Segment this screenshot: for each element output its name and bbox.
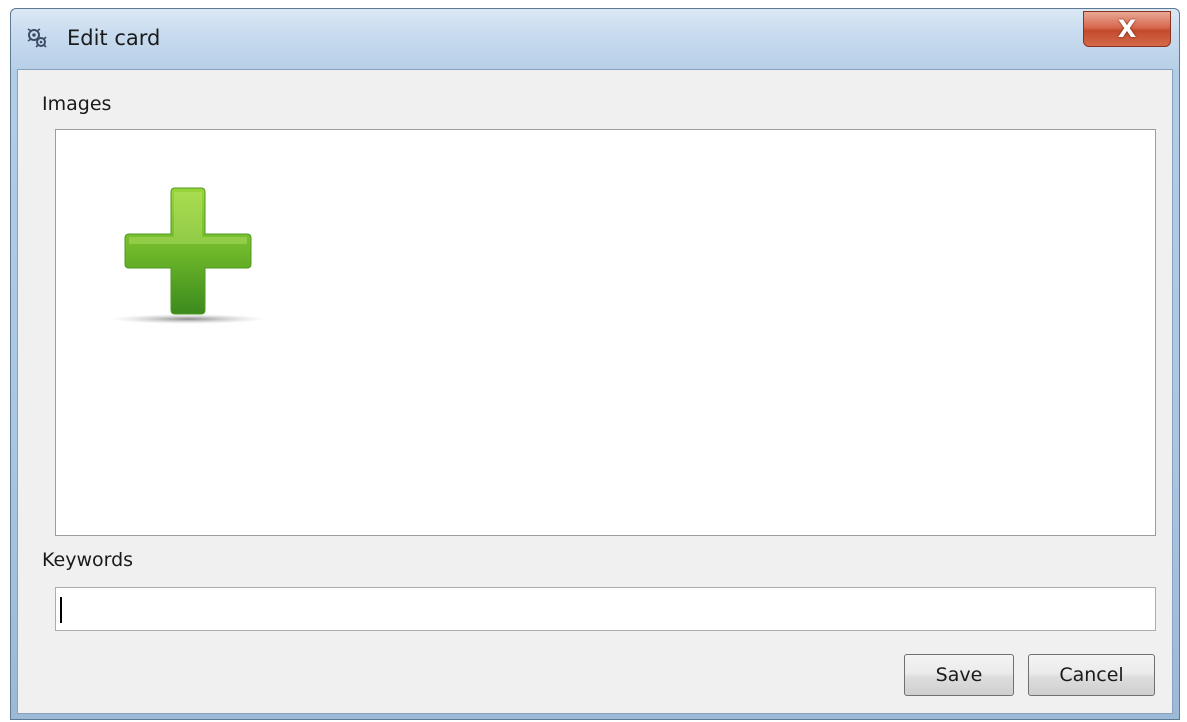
images-label: Images [42, 93, 112, 115]
keywords-input[interactable] [55, 587, 1156, 631]
add-plus-icon[interactable] [108, 182, 268, 332]
title-bar[interactable]: Edit card X [11, 9, 1179, 69]
dialog-content: Images Keywords Save Cancel [17, 69, 1173, 714]
save-button[interactable]: Save [904, 654, 1014, 696]
close-icon: X [1117, 15, 1137, 43]
edit-card-dialog: Edit card X Images Keywords Save Cancel [10, 8, 1180, 720]
images-panel[interactable] [55, 129, 1156, 536]
cancel-button[interactable]: Cancel [1028, 654, 1155, 696]
keywords-label: Keywords [42, 549, 134, 571]
window-title: Edit card [67, 26, 161, 50]
text-caret [60, 597, 62, 623]
app-icon [27, 28, 47, 48]
close-button[interactable]: X [1083, 11, 1171, 47]
